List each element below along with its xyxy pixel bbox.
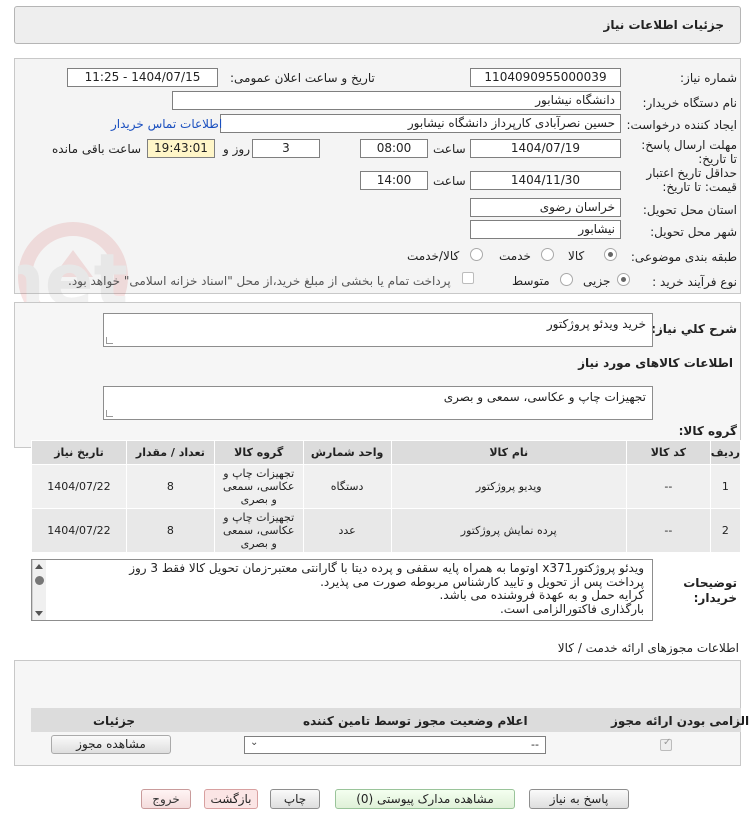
buyer-notes-label: توضیحات خریدار: [683, 576, 737, 605]
resize-grip-icon[interactable] [106, 337, 113, 344]
reply-button[interactable]: پاسخ به نیاز [529, 789, 629, 809]
view-permit-button[interactable]: مشاهده مجوز [51, 735, 171, 754]
cell-row: 1 [709, 464, 742, 509]
cell-group: تجهیزات چاپ و عکاسی، سمعی و بصری [213, 508, 304, 553]
days-remaining-field: 3 [252, 139, 320, 158]
city-label: شهر محل تحویل: [650, 225, 737, 239]
back-button[interactable]: بازگشت [204, 789, 258, 809]
permits-col-status: اعلام وضعیت مجوز توسط تامین کننده [303, 714, 528, 728]
treasury-payment-checkbox[interactable] [462, 272, 474, 284]
category-both-label: کالا/خدمت [407, 249, 460, 263]
permits-title: اطلاعات مجوزهای ارائه خدمت / کالا [557, 641, 739, 655]
buyer-org-label: نام دستگاه خریدار: [642, 96, 738, 110]
category-service-radio[interactable] [541, 248, 554, 261]
buyer-contact-link[interactable]: اطلاعات تماس خریدار [111, 117, 222, 131]
cell-code: -- [625, 508, 711, 553]
city-field: نیشابور [470, 220, 621, 239]
resize-grip-icon[interactable] [106, 410, 113, 417]
process-label: نوع فرآیند خرید : [652, 275, 737, 289]
table-row[interactable]: 2 -- پرده نمایش پروژکتور عدد تجهیزات چاپ… [31, 508, 742, 553]
buyer-notes-line: پرداخت پس از تحویل و تایید کارشناس مربوط… [320, 574, 644, 589]
category-goods-label: کالا [568, 249, 585, 263]
remaining-label: ساعت باقی مانده [52, 142, 142, 156]
province-field: خراسان رضوی [470, 198, 621, 217]
page-header: جزئیات اطلاعات نیاز [14, 6, 741, 44]
items-table: ردیف کد کالا نام کالا واحد شمارش گروه کا… [31, 440, 742, 553]
category-service-label: خدمت [499, 249, 531, 263]
cell-name: پرده نمایش پروژکتور [390, 508, 627, 553]
reply-date-field: 1404/07/19 [470, 139, 621, 158]
requester-label: ایجاد کننده درخواست: [626, 118, 737, 132]
cell-group: تجهیزات چاپ و عکاسی، سمعی و بصری [213, 464, 304, 509]
cell-date: 1404/07/22 [31, 508, 127, 553]
col-unit: واحد شمارش [302, 440, 392, 465]
cell-date: 1404/07/22 [31, 464, 127, 509]
scroll-up-icon[interactable] [35, 564, 43, 569]
need-number-label: شماره نیاز: [680, 71, 737, 85]
summary-text: خرید ویدئو پروژکتور [546, 317, 646, 331]
permits-col-required: الزامی بودن ارائه مجوز [611, 714, 750, 728]
cell-name: ویدیو پروژکتور [390, 464, 627, 509]
items-table-header: ردیف کد کالا نام کالا واحد شمارش گروه کا… [31, 440, 742, 465]
process-minor-radio[interactable] [617, 273, 630, 286]
category-both-radio[interactable] [470, 248, 483, 261]
category-label: طبقه بندی موضوعی: [630, 250, 737, 264]
cell-unit: دستگاه [302, 464, 392, 509]
process-minor-label: جزیی [583, 274, 611, 288]
permit-status-select[interactable]: -- ⌄ [244, 736, 546, 754]
treasury-payment-note: پرداخت تمام یا بخشی از مبلغ خرید،از محل … [68, 274, 451, 288]
col-qty: تعداد / مقدار [125, 440, 215, 465]
cell-qty: 8 [125, 464, 215, 509]
process-medium-label: متوسط [512, 274, 550, 288]
goods-info-title: اطلاعات کالاهای مورد نیاز [578, 356, 733, 370]
days-and-label: روز و [223, 142, 250, 156]
announce-datetime-field: 1404/07/15 - 11:25 [67, 68, 218, 87]
buyer-org-field: دانشگاه نیشابور [172, 91, 621, 110]
announce-label: تاریخ و ساعت اعلان عمومی: [230, 71, 375, 85]
reply-time-field: 08:00 [360, 139, 428, 158]
attached-docs-button[interactable]: مشاهده مدارک پیوستی (0) [335, 789, 515, 809]
print-button[interactable]: چاپ [270, 789, 320, 809]
reply-deadline-label: مهلت ارسال پاسخ: تا تاریخ: [641, 138, 737, 166]
permit-required-checkbox: ✓ [660, 737, 672, 751]
page-title: جزئیات اطلاعات نیاز [603, 18, 724, 32]
cell-row: 2 [709, 508, 742, 553]
goods-group-label: گروه کالا: [678, 424, 737, 438]
validity-date-field: 1404/11/30 [470, 171, 621, 190]
countdown-field: 19:43:01 [147, 139, 215, 158]
permit-status-value: -- [531, 738, 539, 751]
scroll-down-icon[interactable] [35, 611, 43, 616]
summary-textarea[interactable]: خرید ویدئو پروژکتور [103, 313, 653, 347]
validity-time-field: 14:00 [360, 171, 428, 190]
exit-button[interactable]: خروج [141, 789, 191, 809]
buyer-notes-textarea[interactable]: ویدئو پروژکتورx371 اوتوما به همراه پایه … [31, 559, 653, 621]
permits-col-details: جزئیات [93, 714, 136, 728]
validity-time-label: ساعت [433, 174, 466, 188]
reply-time-label: ساعت [433, 142, 466, 156]
table-row[interactable]: 1 -- ویدیو پروژکتور دستگاه تجهیزات چاپ و… [31, 464, 742, 509]
col-group: گروه کالا [213, 440, 304, 465]
col-code: کد کالا [625, 440, 711, 465]
scroll-thumb[interactable] [35, 576, 44, 585]
goods-group-text: تجهیزات چاپ و عکاسی، سمعی و بصری [443, 390, 646, 404]
category-goods-radio[interactable] [604, 248, 617, 261]
chevron-down-icon: ⌄ [250, 737, 259, 748]
validity-label: حداقل تاریخ اعتبار قیمت: تا تاریخ: [646, 166, 737, 194]
buyer-notes-line: ویدئو پروژکتورx371 اوتوما به همراه پایه … [129, 561, 644, 575]
need-number-field: 1104090955000039 [470, 68, 621, 87]
requester-field: حسین نصرآبادی کارپرداز دانشگاه نیشابور [220, 114, 621, 133]
process-medium-radio[interactable] [560, 273, 573, 286]
goods-group-textarea[interactable]: تجهیزات چاپ و عکاسی، سمعی و بصری [103, 386, 653, 420]
col-row: ردیف [709, 440, 742, 465]
col-name: نام کالا [390, 440, 627, 465]
notes-scrollbar[interactable] [32, 560, 46, 620]
buyer-notes-line: بارگذاری فاکتورالزامی است. [499, 601, 644, 616]
cell-code: -- [625, 464, 711, 509]
cell-qty: 8 [125, 508, 215, 553]
province-label: استان محل تحویل: [642, 203, 737, 217]
buyer-notes-line: کرایه حمل و به عهدة فروشنده می باشد. [439, 588, 644, 602]
cell-unit: عدد [302, 508, 392, 553]
summary-label: شرح كلي نياز: [651, 322, 737, 336]
col-date: تاریخ نیاز [31, 440, 127, 465]
